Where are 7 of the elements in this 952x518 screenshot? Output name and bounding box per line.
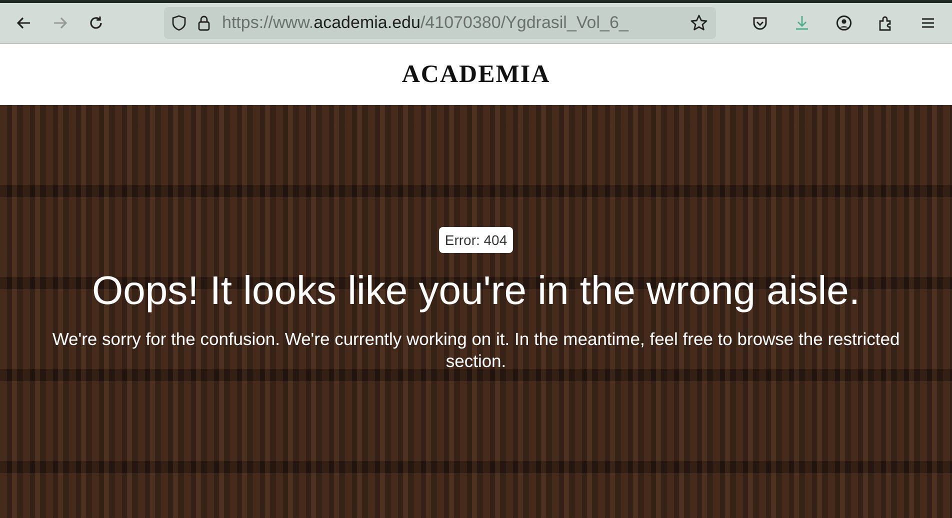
error-heading: Oops! It looks like you're in the wrong aisle. [92, 269, 860, 314]
star-icon[interactable] [690, 14, 708, 32]
shield-icon[interactable] [172, 15, 186, 31]
lock-icon[interactable] [198, 15, 210, 31]
site-logo[interactable]: ACADEMIA [402, 60, 550, 88]
error-badge: Error: 404 [438, 227, 514, 253]
error-message: We're sorry for the confusion. We're currently working on it. In the meantime, feel free to browse the restricted section. [51, 328, 901, 372]
